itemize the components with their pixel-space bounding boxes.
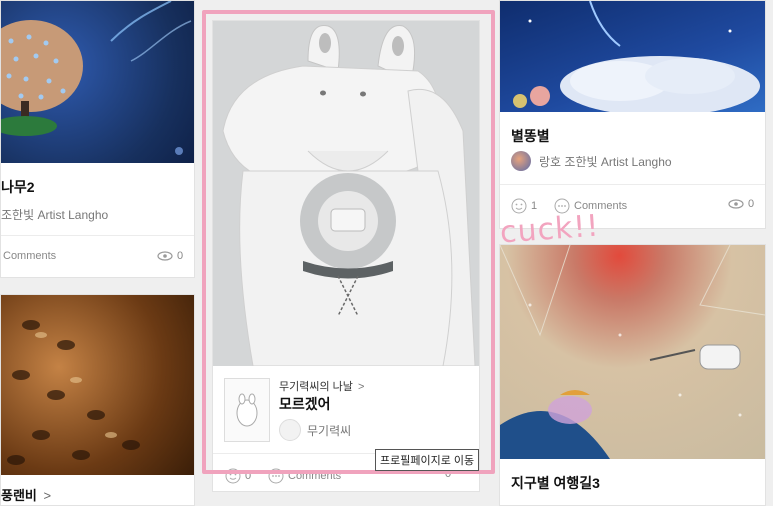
views-value: 0 xyxy=(177,250,184,262)
card-title[interactable]: 모르겠어 xyxy=(279,394,331,414)
artwork-tree[interactable] xyxy=(1,1,194,163)
card-right-top[interactable]: 별똥별 랑호 조한빛 Artist Langho 1 Comments 0 xyxy=(499,0,766,229)
views-count: 0 xyxy=(157,250,183,262)
artwork-shooting-star[interactable] xyxy=(500,1,765,112)
smile-icon xyxy=(511,198,527,214)
comments-link[interactable]: Comments xyxy=(268,468,341,484)
earth-journey-illustration xyxy=(500,245,765,459)
card-divider xyxy=(500,184,765,185)
card-left-top[interactable]: 나무2 조한빛 Artist Langho Comments 0 xyxy=(0,0,195,278)
chevron-right-icon: > xyxy=(357,381,365,393)
author-link[interactable]: 랑호 조한빛 Artist Langho xyxy=(511,151,672,171)
author-link[interactable]: 무기력씨 xyxy=(279,419,351,441)
comments-link[interactable]: Comments xyxy=(3,250,56,262)
like-button[interactable]: 0 xyxy=(225,468,251,484)
annotation-doodle: cuck!! xyxy=(498,208,601,251)
comment-bubble-icon xyxy=(268,468,284,484)
eye-icon xyxy=(157,251,173,261)
card-author[interactable]: 조한빛 Artist Langho xyxy=(1,206,108,223)
smile-icon xyxy=(225,468,241,484)
artwork-earth-journey[interactable] xyxy=(500,245,765,459)
artwork-bees[interactable] xyxy=(1,295,194,475)
series-link[interactable]: 무기력씨의 나날 > xyxy=(279,378,364,394)
polar-bear-illustration xyxy=(213,21,479,366)
card-author: 랑호 조한빛 Artist Langho xyxy=(539,154,672,169)
chevron-right-icon: > xyxy=(43,488,52,503)
card-right-bottom[interactable]: 지구별 여행길3 xyxy=(499,244,766,506)
views-count: 0 xyxy=(728,198,754,210)
card-author: 무기력씨 xyxy=(307,423,352,438)
shooting-star-illustration xyxy=(513,1,760,112)
card-title[interactable]: 풍랜비 > xyxy=(1,485,51,504)
views-value: 0 xyxy=(748,198,755,210)
card-center[interactable]: 무기력씨의 나날 > 모르겠어 무기력씨 0 Comments 0 xyxy=(212,20,480,492)
series-name: 무기력씨의 나날 xyxy=(279,381,353,393)
card-title[interactable]: 나무2 xyxy=(1,177,35,197)
comments-label: Comments xyxy=(288,470,342,482)
author-avatar xyxy=(279,419,301,441)
profile-tooltip: 프로필페이지로 이동 xyxy=(375,449,480,471)
series-thumbnail[interactable] xyxy=(224,378,270,442)
card-title[interactable]: 별똥별 xyxy=(511,126,550,146)
thumbnail-illustration xyxy=(236,393,258,427)
like-count: 1 xyxy=(531,200,538,212)
tree-illustration xyxy=(1,1,192,155)
like-count: 0 xyxy=(245,470,252,482)
artwork-polar-bear[interactable] xyxy=(213,21,479,366)
comments-label: Comments xyxy=(3,250,57,262)
eye-icon xyxy=(728,199,744,209)
card-divider xyxy=(1,235,194,236)
card-left-bottom[interactable]: 풍랜비 > xyxy=(0,294,195,506)
author-avatar xyxy=(511,151,531,171)
card-title[interactable]: 지구별 여행길3 xyxy=(511,473,600,493)
like-button[interactable]: 1 xyxy=(511,198,537,214)
bees-illustration xyxy=(7,320,140,465)
